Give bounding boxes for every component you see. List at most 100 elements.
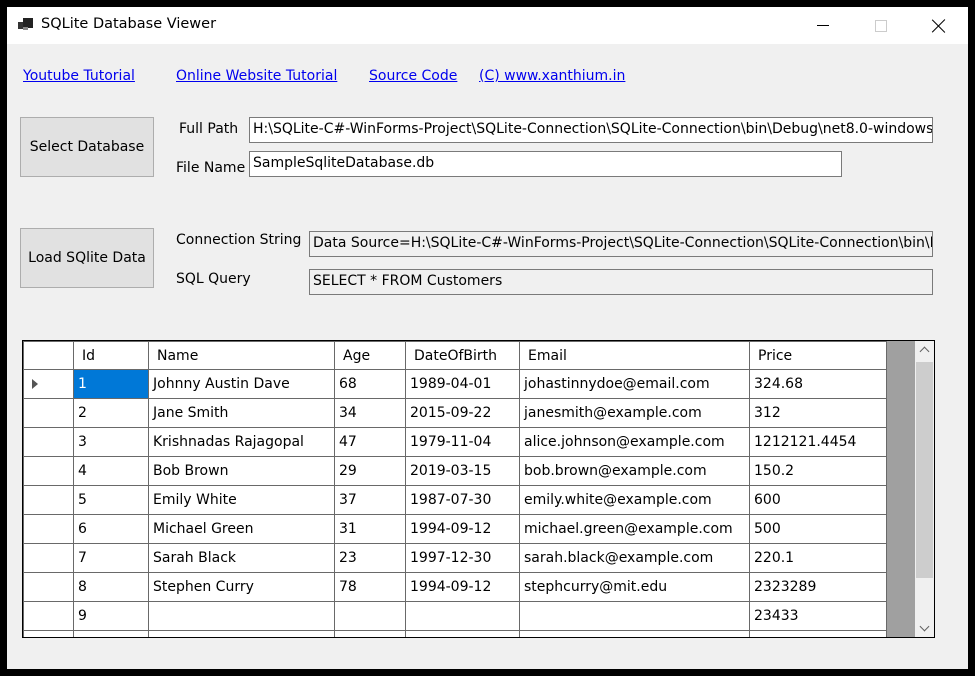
cell-price[interactable]	[749, 630, 887, 637]
table-row[interactable]: 8 Stephen Curry 78 1994-09-12 stephcurry@mit…	[23, 572, 887, 602]
cell-age[interactable]: 29	[334, 456, 406, 486]
cell-age[interactable]: 37	[334, 485, 406, 515]
close-button[interactable]	[910, 7, 968, 44]
cell-age[interactable]: 78	[334, 572, 406, 602]
cell-dateofbirth[interactable]: 1994-09-12	[405, 572, 520, 602]
row-header[interactable]	[23, 456, 74, 486]
cell-age[interactable]: 23	[334, 543, 406, 573]
cell-age[interactable]: 68	[334, 369, 406, 399]
full-path-field[interactable]: H:\SQLite-C#-WinForms-Project\SQLite-Con…	[249, 117, 933, 143]
cell-age[interactable]: 47	[334, 427, 406, 457]
column-header-dateofbirth[interactable]: DateOfBirth	[405, 341, 520, 370]
row-header[interactable]	[23, 485, 74, 515]
cell-dateofbirth[interactable]: 1987-07-30	[405, 485, 520, 515]
column-header-id[interactable]: Id	[73, 341, 149, 370]
scroll-up-button[interactable]	[915, 341, 934, 358]
table-row[interactable]: 5 Emily White 37 1987-07-30 emily.white@exam…	[23, 485, 887, 515]
cell-name[interactable]: Krishnadas Rajagopal	[148, 427, 335, 457]
cell-price[interactable]: 220.1	[749, 543, 887, 573]
connection-string-field[interactable]: Data Source=H:\SQLite-C#-WinForms-Projec…	[309, 231, 933, 257]
online-website-tutorial-link[interactable]: Online Website Tutorial	[176, 68, 337, 84]
scroll-down-button[interactable]	[915, 620, 934, 637]
table-row[interactable]: 7 Sarah Black 23 1997-12-30 sarah.black@exam…	[23, 543, 887, 573]
cell-email[interactable]: alice.johnson@example.com	[519, 427, 750, 457]
cell-dateofbirth[interactable]	[405, 630, 520, 637]
cell-email[interactable]: sarah.black@example.com	[519, 543, 750, 573]
cell-email[interactable]	[519, 630, 750, 637]
row-header[interactable]	[23, 601, 74, 631]
table-row[interactable]	[23, 630, 887, 637]
column-header-age[interactable]: Age	[334, 341, 406, 370]
cell-id[interactable]: 4	[73, 456, 149, 486]
title-bar[interactable]: SQLite Database Viewer	[7, 7, 968, 44]
cell-id[interactable]: 7	[73, 543, 149, 573]
select-database-button[interactable]: Select Database	[20, 117, 154, 177]
cell-name[interactable]: Emily White	[148, 485, 335, 515]
maximize-button[interactable]	[852, 7, 910, 44]
minimize-button[interactable]	[794, 7, 852, 44]
table-row[interactable]: 1 Johnny Austin Dave 68 1989-04-01 johastinn…	[23, 369, 887, 399]
row-header[interactable]	[23, 572, 74, 602]
cell-email[interactable]: stephcurry@mit.edu	[519, 572, 750, 602]
cell-id[interactable]: 5	[73, 485, 149, 515]
grid-corner-header[interactable]	[23, 341, 74, 370]
cell-dateofbirth[interactable]: 2015-09-22	[405, 398, 520, 428]
cell-name[interactable]: Stephen Curry	[148, 572, 335, 602]
cell-id[interactable]: 2	[73, 398, 149, 428]
cell-price[interactable]: 1212121.4454	[749, 427, 887, 457]
cell-name[interactable]: Johnny Austin Dave	[148, 369, 335, 399]
cell-id[interactable]: 8	[73, 572, 149, 602]
table-row[interactable]: 3 Krishnadas Rajagopal 47 1979-11-04 alice.j…	[23, 427, 887, 457]
table-row[interactable]: 6 Michael Green 31 1994-09-12 michael.green@…	[23, 514, 887, 544]
youtube-tutorial-link[interactable]: Youtube Tutorial	[23, 68, 135, 84]
cell-name[interactable]: Bob Brown	[148, 456, 335, 486]
cell-age[interactable]	[334, 630, 406, 637]
table-row[interactable]: 9 23433	[23, 601, 887, 631]
row-header[interactable]	[23, 514, 74, 544]
cell-email[interactable]: emily.white@example.com	[519, 485, 750, 515]
scrollbar-thumb[interactable]	[916, 362, 933, 578]
table-row[interactable]: 4 Bob Brown 29 2019-03-15 bob.brown@example.…	[23, 456, 887, 486]
cell-age[interactable]: 31	[334, 514, 406, 544]
cell-price[interactable]: 312	[749, 398, 887, 428]
vertical-scrollbar[interactable]	[915, 341, 934, 637]
cell-price[interactable]: 150.2	[749, 456, 887, 486]
cell-price[interactable]: 324.68	[749, 369, 887, 399]
cell-id[interactable]: 6	[73, 514, 149, 544]
column-header-name[interactable]: Name	[148, 341, 335, 370]
cell-id[interactable]: 3	[73, 427, 149, 457]
xanthium-website-link[interactable]: (C) www.xanthium.in	[479, 68, 625, 84]
cell-dateofbirth[interactable]: 2019-03-15	[405, 456, 520, 486]
cell-dateofbirth[interactable]: 1997-12-30	[405, 543, 520, 573]
cell-price[interactable]: 23433	[749, 601, 887, 631]
cell-name[interactable]	[148, 601, 335, 631]
cell-dateofbirth[interactable]	[405, 601, 520, 631]
cell-email[interactable]: bob.brown@example.com	[519, 456, 750, 486]
cell-age[interactable]: 34	[334, 398, 406, 428]
row-header[interactable]	[23, 398, 74, 428]
cell-id[interactable]	[73, 630, 149, 637]
source-code-link[interactable]: Source Code	[369, 68, 457, 84]
table-row[interactable]: 2 Jane Smith 34 2015-09-22 janesmith@example…	[23, 398, 887, 428]
cell-name[interactable]	[148, 630, 335, 637]
cell-email[interactable]: johastinnydoe@email.com	[519, 369, 750, 399]
cell-price[interactable]: 2323289	[749, 572, 887, 602]
sql-query-field[interactable]: SELECT * FROM Customers	[309, 269, 933, 295]
cell-id[interactable]: 1	[73, 369, 149, 399]
row-header[interactable]	[23, 369, 74, 399]
cell-age[interactable]	[334, 601, 406, 631]
column-header-email[interactable]: Email	[519, 341, 750, 370]
cell-email[interactable]: michael.green@example.com	[519, 514, 750, 544]
cell-name[interactable]: Michael Green	[148, 514, 335, 544]
row-header[interactable]	[23, 630, 74, 637]
row-header[interactable]	[23, 427, 74, 457]
cell-dateofbirth[interactable]: 1979-11-04	[405, 427, 520, 457]
load-sqlite-data-button[interactable]: Load SQlite Data	[20, 228, 154, 288]
cell-dateofbirth[interactable]: 1989-04-01	[405, 369, 520, 399]
cell-name[interactable]: Sarah Black	[148, 543, 335, 573]
cell-price[interactable]: 500	[749, 514, 887, 544]
cell-dateofbirth[interactable]: 1994-09-12	[405, 514, 520, 544]
cell-id[interactable]: 9	[73, 601, 149, 631]
cell-name[interactable]: Jane Smith	[148, 398, 335, 428]
data-grid[interactable]: Id Name Age DateOfBirth Email Price 1 Joh…	[22, 340, 935, 638]
